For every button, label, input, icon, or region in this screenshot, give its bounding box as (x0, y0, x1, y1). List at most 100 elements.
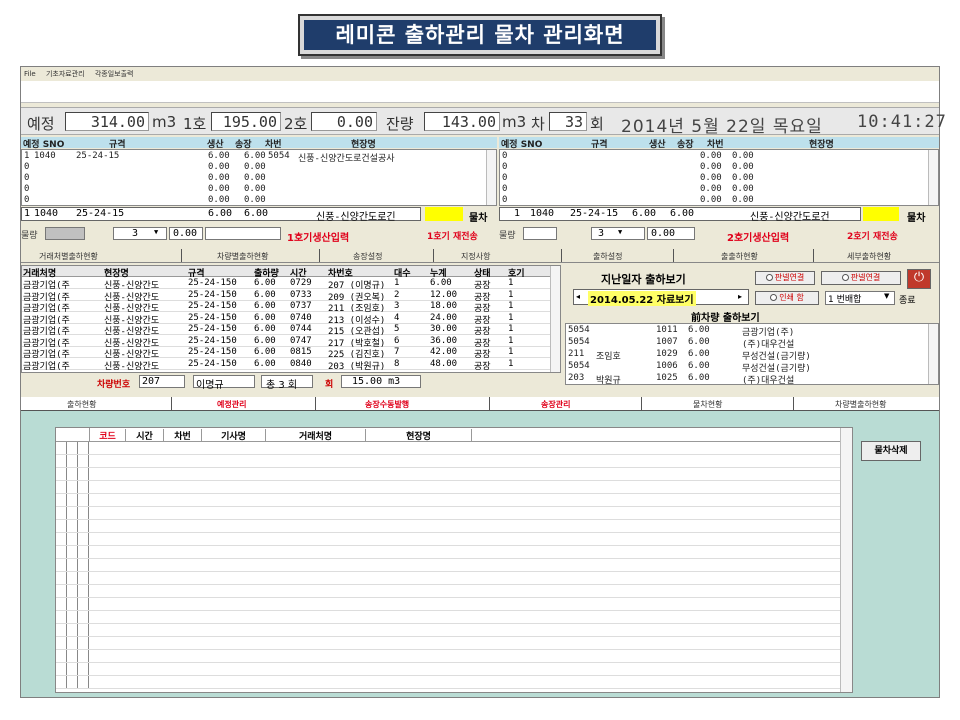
list-item[interactable]: 211 조임호 1029 6.00 무성건설(금기량) (566, 349, 926, 362)
right-qty-combo[interactable]: 3 ▼ (591, 227, 645, 240)
table-row[interactable]: 금광기업(주 신풍-신양간도 25-24-150 6.00 0733 209 (권오복) 2… (22, 290, 550, 303)
row-selector[interactable] (56, 507, 67, 519)
row-selector[interactable] (67, 572, 78, 584)
grid-row[interactable] (56, 520, 840, 533)
left-value-field[interactable]: 0.00 (169, 227, 203, 240)
grid-row[interactable] (56, 611, 840, 624)
tab-customer-shipping[interactable]: 거래처별출하현황 (39, 251, 98, 262)
grid-row[interactable] (56, 533, 840, 546)
panel-link-radio-2[interactable]: 판넬연결 (821, 271, 901, 285)
row-selector[interactable] (78, 624, 89, 636)
grid-row[interactable] (56, 598, 840, 611)
tab-shipping-status[interactable]: 출하현황 (67, 399, 96, 410)
row-selector[interactable] (78, 494, 89, 506)
plan-row[interactable]: 0 0.00 0.00 (22, 184, 482, 194)
row-selector[interactable] (67, 507, 78, 519)
row-selector[interactable] (78, 559, 89, 571)
grid-row[interactable] (56, 455, 840, 468)
line1-input-button[interactable]: 1호기생산입력 (287, 229, 349, 244)
tab-designation[interactable]: 지정사항 (461, 251, 490, 262)
row-selector[interactable] (78, 637, 89, 649)
grid-row[interactable] (56, 572, 840, 585)
row-selector[interactable] (78, 598, 89, 610)
delete-mulcha-button[interactable]: 물차삭제 (861, 441, 921, 461)
left-list-scrollbar[interactable] (486, 150, 496, 205)
row-selector[interactable] (56, 585, 67, 597)
row-selector[interactable] (67, 455, 78, 467)
tab-detail-shipping[interactable]: 세부출하현황 (847, 251, 891, 262)
table-row[interactable]: 금광기업(주 신풍-신양간도 25-24-150 6.00 0729 207 (이명규) 1… (22, 278, 550, 291)
row-selector[interactable] (67, 468, 78, 480)
grid-scrollbar[interactable] (840, 428, 852, 692)
row-selector[interactable] (78, 455, 89, 467)
tab-invoice-management[interactable]: 송장관리 (541, 399, 570, 410)
close-label[interactable]: 종료 (899, 293, 916, 306)
list-item[interactable]: 203 박원규 1025 6.00 (주)대우건설 (566, 373, 926, 386)
shipping-table[interactable]: 거래처명 현장명 규격 출하량 시간 차번호 대수 누계 상태 호기 금광기업(주 신풍-신양간도 25… (21, 265, 561, 373)
prev-date-icon[interactable]: ◂ (576, 292, 580, 301)
grid-row[interactable] (56, 494, 840, 507)
row-selector[interactable] (67, 546, 78, 558)
date-picker[interactable]: ◂ 2014.05.22 자료보기 ▸ (573, 289, 749, 306)
left-code-field[interactable] (45, 227, 85, 240)
grid-row[interactable] (56, 481, 840, 494)
right-selected-row[interactable]: 1 1040 25-24-15 6.00 6.00 신풍-신양간도로건 (499, 207, 861, 223)
menu-basic-data[interactable]: 기초자료관리 (46, 70, 85, 78)
table-row[interactable]: 금광기업(주 신풍-신양간도 25-24-150 6.00 0747 217 (박호철) 6… (22, 336, 550, 349)
row-selector[interactable] (56, 663, 67, 675)
tab-vehicle-shipping[interactable]: 차량별출하현황 (217, 251, 269, 262)
row-selector[interactable] (56, 559, 67, 571)
right-plan-list[interactable]: 0 0.00 0.00 0 0.00 0.00 0 0.00 0.00 0 0.00 0.00 0 0.0… (499, 149, 939, 206)
right-list-scrollbar[interactable] (928, 150, 938, 205)
row-selector[interactable] (78, 611, 89, 623)
grid-row[interactable] (56, 637, 840, 650)
grid-row[interactable] (56, 507, 840, 520)
plan-row[interactable]: 0 0.00 0.00 (500, 195, 920, 205)
line2-resend-button[interactable]: 2호기 재전송 (847, 229, 898, 242)
row-selector[interactable] (78, 507, 89, 519)
tab-manual-invoice[interactable]: 송장수동발행 (365, 399, 409, 410)
plan-row[interactable]: 0 0.00 0.00 (22, 173, 482, 183)
row-selector[interactable] (56, 572, 67, 584)
row-selector[interactable] (78, 546, 89, 558)
vehicle-no-field[interactable]: 207 (139, 375, 185, 388)
plan-row[interactable]: 0 0.00 0.00 (500, 173, 920, 183)
left-selected-row[interactable]: 1 1040 25-24-15 6.00 6.00 신풍-신양간도로긴 (21, 207, 421, 223)
row-selector[interactable] (67, 637, 78, 649)
tab-plan-management[interactable]: 예정관리 (217, 399, 246, 410)
table-row[interactable]: 금광기업(주 신풍-신양간도 25-24-150 6.00 0740 213 (이성수) 4… (22, 313, 550, 326)
tab-ship-status[interactable]: 출출하현황 (721, 251, 758, 262)
row-selector[interactable] (67, 520, 78, 532)
left-note-field[interactable] (205, 227, 281, 240)
plan-row[interactable]: 0 0.00 0.00 (22, 162, 482, 172)
row-selector[interactable] (67, 676, 78, 688)
plan-row[interactable]: 0 0.00 0.00 (500, 162, 920, 172)
left-qty-combo[interactable]: 3 ▼ (113, 227, 167, 240)
ship-table-scrollbar[interactable] (550, 266, 560, 372)
grid-row[interactable] (56, 442, 840, 455)
left-plan-list[interactable]: 1 1040 25-24-15 6.00 6.00 5054 신풍-신양간도로건설공사 0 0.… (21, 149, 497, 206)
row-selector[interactable] (67, 663, 78, 675)
row-selector[interactable] (56, 533, 67, 545)
row-selector[interactable] (67, 442, 78, 454)
line2-input-button[interactable]: 2호기생산입력 (727, 229, 789, 244)
row-selector[interactable] (56, 442, 67, 454)
menu-reports[interactable]: 각종일보출력 (95, 70, 134, 78)
row-selector[interactable] (67, 481, 78, 493)
driver-field[interactable]: 이명규 (193, 375, 255, 391)
table-row[interactable]: 금광기업(주 신풍-신양간도 25-24-150 6.00 0840 203 (박원규) 8… (22, 359, 550, 372)
print-radio[interactable]: 인쇄 함 (755, 291, 819, 305)
row-selector[interactable] (56, 611, 67, 623)
prev-vehicle-list[interactable]: 5054 1011 6.00 금광기업(주) 5054 1007 6.00 (주)대우건설 21… (565, 323, 939, 386)
row-selector[interactable] (56, 650, 67, 662)
row-selector[interactable] (56, 455, 67, 467)
grid-row[interactable] (56, 546, 840, 559)
row-selector[interactable] (56, 624, 67, 636)
row-selector[interactable] (78, 520, 89, 532)
grid-row[interactable] (56, 663, 840, 676)
history-scrollbar[interactable] (928, 324, 938, 384)
row-selector[interactable] (78, 663, 89, 675)
row-selector[interactable] (56, 520, 67, 532)
row-selector[interactable] (56, 494, 67, 506)
next-date-icon[interactable]: ▸ (738, 292, 742, 301)
